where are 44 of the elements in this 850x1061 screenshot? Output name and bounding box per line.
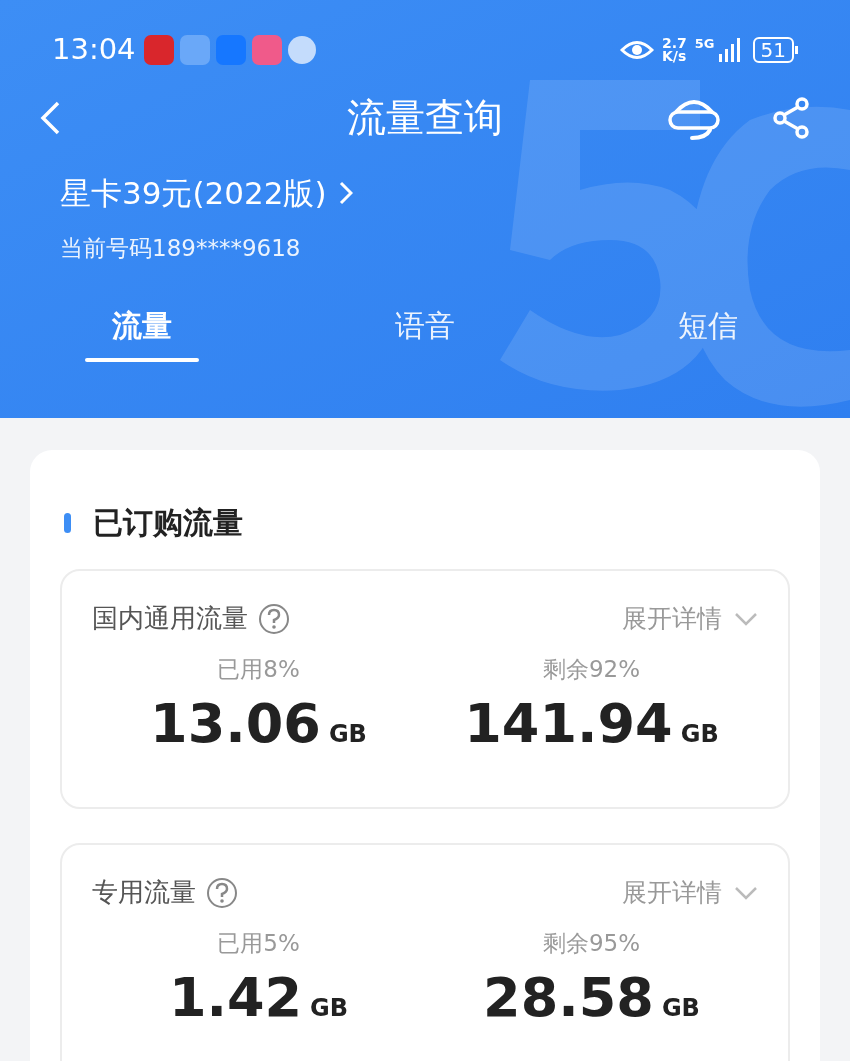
help-icon[interactable] [206,876,238,909]
usage-unit: GB [661,992,700,1024]
chevron-down-icon [734,611,758,626]
tab[interactable]: 短信 [566,303,850,362]
tab[interactable]: 流量 [0,303,284,362]
page-title: 流量查询 [347,93,503,142]
chevron-right-icon [338,181,353,206]
usage-label: 已用5% [217,929,300,958]
share-icon[interactable] [772,96,812,140]
battery-tip-icon [795,46,798,54]
card-title: 专用流量 [92,876,196,909]
signal-icon [718,38,741,62]
battery-indicator: 51 [752,37,794,63]
eye-icon [620,39,654,61]
usage-label: 剩余95% [542,929,641,958]
network-type: 5G [694,35,715,53]
usage-value: 1.42 [168,964,303,1031]
app-icon [179,35,210,65]
tab[interactable]: 语音 [283,303,567,362]
chevron-down-icon [734,885,758,900]
clock: 13:04 [52,31,136,69]
usage-value: 13.06 [150,690,321,757]
help-icon[interactable] [258,602,290,635]
app-icon [251,35,282,65]
section-title: 已订购流量 [93,504,243,542]
message-icon [287,36,316,64]
net-speed-unit: K/s [662,50,687,63]
usage-unit: GB [310,992,349,1024]
usage-label: 已用8% [217,655,300,684]
expand-details-toggle[interactable]: 展开详情 [622,873,758,912]
usage-unit: GB [680,718,719,750]
phone-number: 当前号码189****9618 [60,233,302,263]
back-icon[interactable] [38,100,62,136]
expand-details-toggle[interactable]: 展开详情 [622,599,758,638]
card-title: 国内通用流量 [92,602,248,635]
section-marker [64,512,71,533]
app-icon [215,35,246,65]
plan-link[interactable]: 星卡39元(2022版) [60,170,790,217]
usage-label: 剩余92% [542,655,641,684]
app-icon [143,35,174,65]
net-speed: 2.7 [662,37,687,50]
usage-value: 28.58 [483,964,654,1031]
usage-unit: GB [328,718,367,750]
usage-value: 141.94 [464,690,673,757]
